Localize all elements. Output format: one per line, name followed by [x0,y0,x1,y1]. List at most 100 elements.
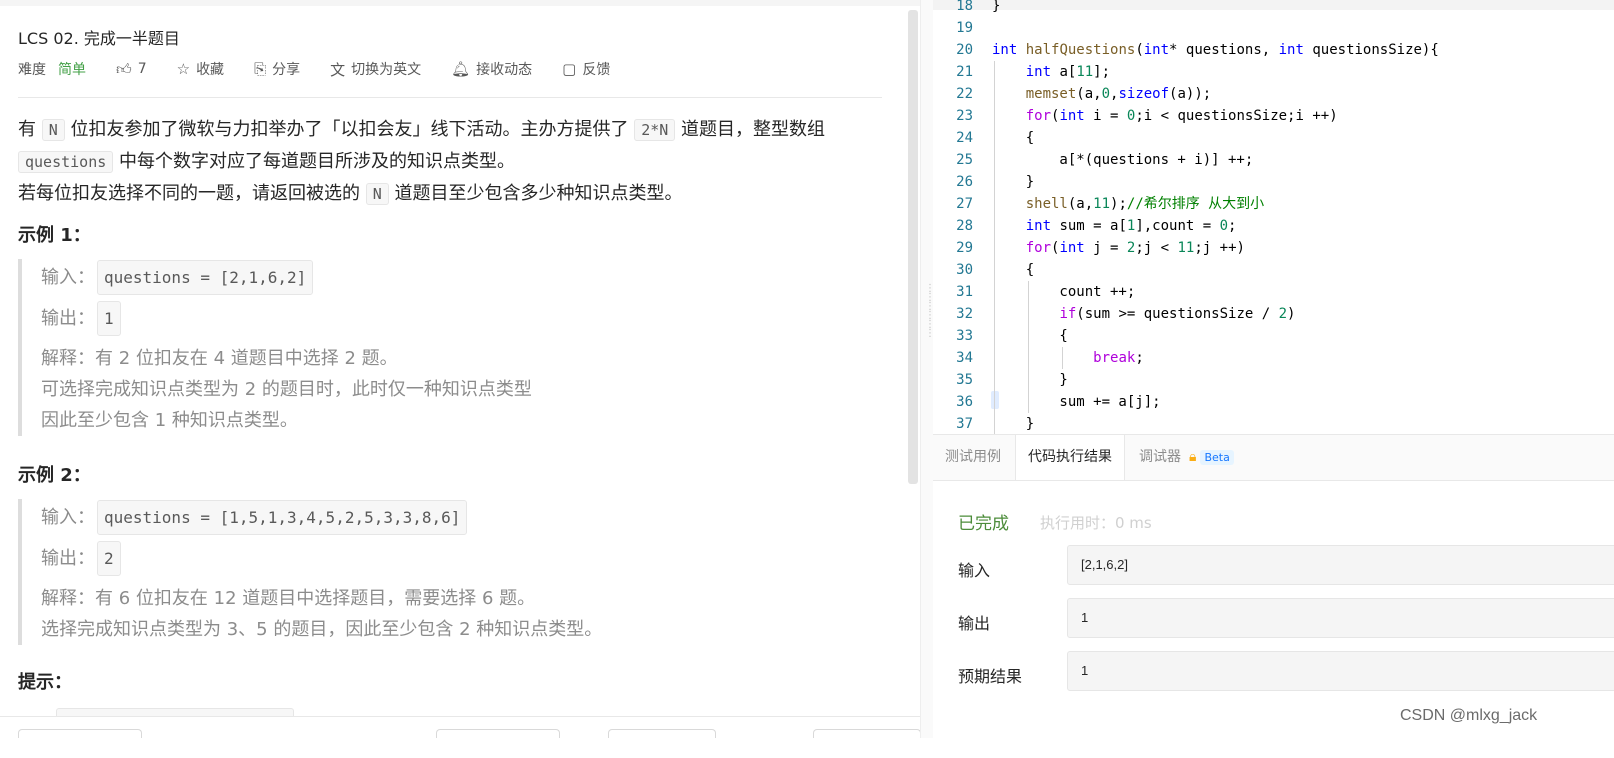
code-line[interactable]: 35 } [933,369,1614,391]
example-2-output: 输出： 2 [41,535,905,581]
input-row-label: 输入 [958,561,991,580]
example-1-heading: 示例 1： [18,225,91,246]
code-line[interactable]: 24 { [933,127,1614,149]
code-line[interactable]: 29 for(int j = 2;j < 11;j ++) [933,237,1614,259]
statement-text: 道题目至少包含多少种知识点类型。 [388,183,683,204]
toolbar-button[interactable] [18,729,142,738]
line-number: 28 [956,218,973,234]
code-line[interactable]: 18} [933,0,1614,17]
tab-debugger[interactable]: 调试器 🔒︎ Beta [1127,435,1246,480]
translate-icon: 文 [330,60,346,79]
collect-button[interactable]: ☆ 收藏 [177,59,224,79]
code-line[interactable]: 19 [933,17,1614,39]
example-1-explain-line: 可选择完成知识点类型为 2 的题目时，此时仅一种知识点类型 [41,379,532,400]
beta-badge: Beta [1200,449,1234,465]
line-number: 21 [956,64,973,80]
statement-paragraph-2: 若每位扣友选择不同的一题，请返回被选的 N 道题目至少包含多少种知识点类型。 [18,178,898,210]
line-number: 19 [956,20,973,36]
statement-text: 道题目，整型数组 [675,119,826,140]
example-1-output: 输出： 1 [41,295,905,341]
feedback-label: 反馈 [582,62,611,78]
statement-text: 若每位扣友选择不同的一题，请返回被选的 [18,183,366,204]
like-button[interactable]: 👍︎ 7 [116,60,147,79]
indent-guide [994,61,995,434]
console-panel: 测试用例 代码执行结果 调试器 🔒︎ Beta 已完成 执行用时：0 ms 输入 [… [933,434,1614,739]
code-line[interactable]: 33 { [933,325,1614,347]
line-number: 24 [956,130,973,146]
line-number: 30 [956,262,973,278]
line-number: 23 [956,108,973,124]
line-number: 22 [956,86,973,102]
code-line[interactable]: 21 int a[11]; [933,61,1614,83]
problem-title: LCS 02. 完成一半题目 [18,29,180,48]
code-line[interactable]: 26 } [933,171,1614,193]
line-number: 33 [956,328,973,344]
input-label: 输入： [41,506,95,528]
line-number: 27 [956,196,973,212]
difficulty-badge: 简单 [58,62,86,78]
pane-resize-handle[interactable]: ⋮ ⋮ ⋮ ⋮ ⋮ ⋮ [920,0,935,738]
console-tabs: 测试用例 代码执行结果 调试器 🔒︎ Beta [933,435,1614,481]
line-number: 25 [956,152,973,168]
bell-icon: 🔔︎ [451,60,471,78]
code-line[interactable]: 27 shell(a,11);//希尔排序 从大到小 [933,193,1614,215]
code-line[interactable]: 25 a[*(questions + i)] ++; [933,149,1614,171]
problem-statement: 有 N 位扣友参加了微软与力扣举办了「以扣会友」线下活动。主办方提供了 2*N … [18,114,898,210]
switch-language-label: 切换为英文 [351,62,422,78]
line-number: 37 [956,416,973,432]
problem-meta-bar: 难度 简单 👍︎ 7 ☆ 收藏 ⎘ 分享 文 切换为英文 🔔︎ 接收动态 ▢ 反… [18,59,640,79]
share-icon: ⎘ [254,60,267,78]
example-output-code: 1 [97,300,121,336]
collect-label: 收藏 [196,62,225,78]
example-1-explain-line: 解释：有 2 位扣友在 4 道题目中选择 2 题。 [41,348,398,369]
toolbar-button[interactable] [813,729,920,738]
code-line[interactable]: 32 if(sum >= questionsSize / 2) [933,303,1614,325]
output-value-box: 1 [1067,598,1614,638]
feedback-icon: ▢ [562,60,577,78]
switch-language-button[interactable]: 文 切换为英文 [330,59,421,80]
inline-code: N [365,183,389,205]
code-line[interactable]: 20 int halfQuestions(int* questions, int … [933,39,1614,61]
statement-paragraph-1: 有 N 位扣友参加了微软与力扣举办了「以扣会友」线下活动。主办方提供了 2*N … [18,114,898,178]
code-line[interactable]: 34 break; [933,347,1614,369]
tab-run-result[interactable]: 代码执行结果 [1015,435,1125,480]
example-2-input: 输入： questions = [1,5,1,3,4,5,2,5,3,3,8,6] [41,499,905,535]
example-1-explain-line: 因此至少包含 1 种知识点类型。 [41,410,298,431]
debugger-label: 调试器 [1139,449,1181,465]
inline-code: questions [18,151,114,173]
difficulty-label: 难度 [18,62,46,78]
output-label: 输出： [41,307,95,329]
like-count: 7 [137,61,147,77]
indent-guide [1028,281,1029,413]
feedback-button[interactable]: ▢ 反馈 [562,59,610,79]
watermark: CSDN @mlxg_jack [1400,707,1538,724]
toolbar-button[interactable] [436,729,560,738]
run-status: 已完成 [958,514,1009,534]
input-label: 输入： [41,266,95,288]
example-2-heading: 示例 2： [18,465,91,486]
code-line[interactable]: 23 for(int i = 0;i < questionsSize;i ++) [933,105,1614,127]
code-line[interactable]: 36 sum += a[j]; [933,391,1614,413]
share-button[interactable]: ⎘ 分享 [254,59,300,79]
tab-testcase[interactable]: 测试用例 [933,435,1013,480]
description-scrollbar[interactable] [908,10,918,484]
code-line[interactable]: 28 int sum = a[1],count = 0; [933,215,1614,237]
star-icon: ☆ [176,60,191,78]
example-input-code: questions = [1,5,1,3,4,5,2,5,3,3,8,6] [97,499,468,535]
code-line[interactable]: 30 { [933,259,1614,281]
line-number: 26 [956,174,973,190]
problem-description-pane: LCS 02. 完成一半题目 难度 简单 👍︎ 7 ☆ 收藏 ⎘ 分享 文 切换… [0,0,920,738]
run-result-body: 已完成 执行用时：0 ms 输入 [2,1,6,2] 输出 1 预期结果 1 [933,481,1614,739]
code-line[interactable]: 22 memset(a,0,sizeof(a)); [933,83,1614,105]
subscribe-button[interactable]: 🔔︎ 接收动态 [451,59,532,79]
statement-text: 有 [18,119,42,140]
top-strip [0,0,920,6]
code-line[interactable]: 31 count ++; [933,281,1614,303]
code-editor[interactable]: 18} 19 20 int halfQuestions(int* question… [933,0,1614,434]
code-line[interactable]: 37 } [933,413,1614,434]
output-label: 输出： [41,547,95,569]
example-1-input: 输入： questions = [2,1,6,2] [41,259,905,295]
example-input-code: questions = [2,1,6,2] [97,259,314,295]
toolbar-button[interactable] [608,729,716,738]
bottom-toolbar [0,716,920,738]
